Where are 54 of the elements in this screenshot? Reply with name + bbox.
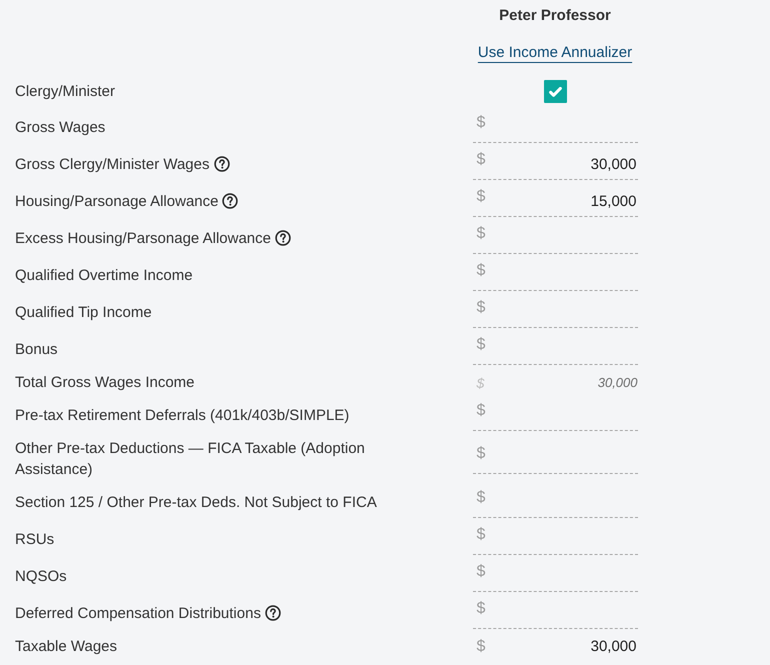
field-label: Deferred Compensation Distributions [15, 603, 281, 624]
field-label: Qualified Overtime Income [15, 266, 193, 286]
field-label: Excess Housing/Parsonage Allowance [15, 228, 291, 249]
field-label: Qualified Tip Income [15, 303, 152, 323]
amount-value: 30,000 [590, 638, 638, 655]
help-icon[interactable] [274, 230, 291, 246]
amount-field[interactable]: $ [472, 334, 638, 364]
amount-field[interactable]: $ [472, 488, 638, 518]
help-icon[interactable] [214, 156, 230, 172]
person-name: Peter Professor [499, 6, 611, 24]
field-label: Clergy/Minister [15, 82, 116, 102]
currency-symbol: $ [476, 186, 486, 206]
amount-field[interactable]: $ [472, 562, 638, 592]
currency-symbol: $ [476, 150, 486, 168]
currency-symbol: $ [476, 488, 486, 506]
amount-field[interactable]: $ [472, 524, 638, 554]
amount-value: 30,000 [598, 375, 638, 390]
field-label: Total Gross Wages Income [15, 373, 195, 393]
field-label: NQSOs [15, 567, 67, 587]
currency-symbol: $ [476, 598, 486, 618]
currency-symbol: $ [476, 444, 486, 463]
currency-symbol: $ [476, 400, 486, 420]
field-label: Pre-tax Retirement Deferrals (401k/403b/SIMPLE) [15, 406, 350, 426]
amount-field[interactable]: $ 30,000 [472, 150, 638, 180]
currency-symbol: $ [476, 524, 486, 544]
currency-symbol: $ [476, 562, 486, 580]
amount-field[interactable]: $ 15,000 [472, 186, 638, 216]
amount-field[interactable]: $ [472, 260, 638, 290]
currency-symbol: $ [476, 298, 486, 316]
field-label: Gross Clergy/Minister Wages [15, 154, 230, 175]
help-icon[interactable] [222, 193, 238, 209]
amount-field[interactable]: $ [472, 598, 638, 628]
amount-field[interactable]: $ [472, 444, 638, 474]
field-label: Taxable Wages [15, 637, 117, 657]
annualizer-link[interactable]: Use Income Annualizer [478, 44, 632, 60]
checkbox[interactable] [544, 80, 566, 103]
currency-symbol: $ [476, 637, 486, 656]
currency-symbol: $ [476, 260, 486, 280]
currency-symbol: $ [476, 374, 484, 391]
currency-symbol: $ [476, 334, 486, 354]
field-label: Gross Wages [15, 118, 106, 138]
amount-field[interactable]: $ [472, 400, 638, 430]
field-label: RSUs [15, 530, 54, 550]
field-label: Section 125 / Other Pre-tax Deds. Not Subject to FICA [15, 493, 377, 513]
field-label: Bonus [15, 340, 58, 360]
amount-field[interactable]: $ [472, 224, 638, 254]
help-icon[interactable] [264, 605, 281, 621]
currency-symbol: $ [476, 224, 486, 242]
amount-field[interactable]: $ [472, 298, 638, 328]
amount-field[interactable]: $ [472, 112, 638, 142]
field-label: Housing/Parsonage Allowance [15, 191, 238, 212]
field-label: Other Pre-tax Deductions — FICA Taxable (Adoption Assistance) [15, 439, 366, 480]
currency-symbol: $ [476, 112, 486, 132]
checkmark-icon [548, 86, 562, 96]
